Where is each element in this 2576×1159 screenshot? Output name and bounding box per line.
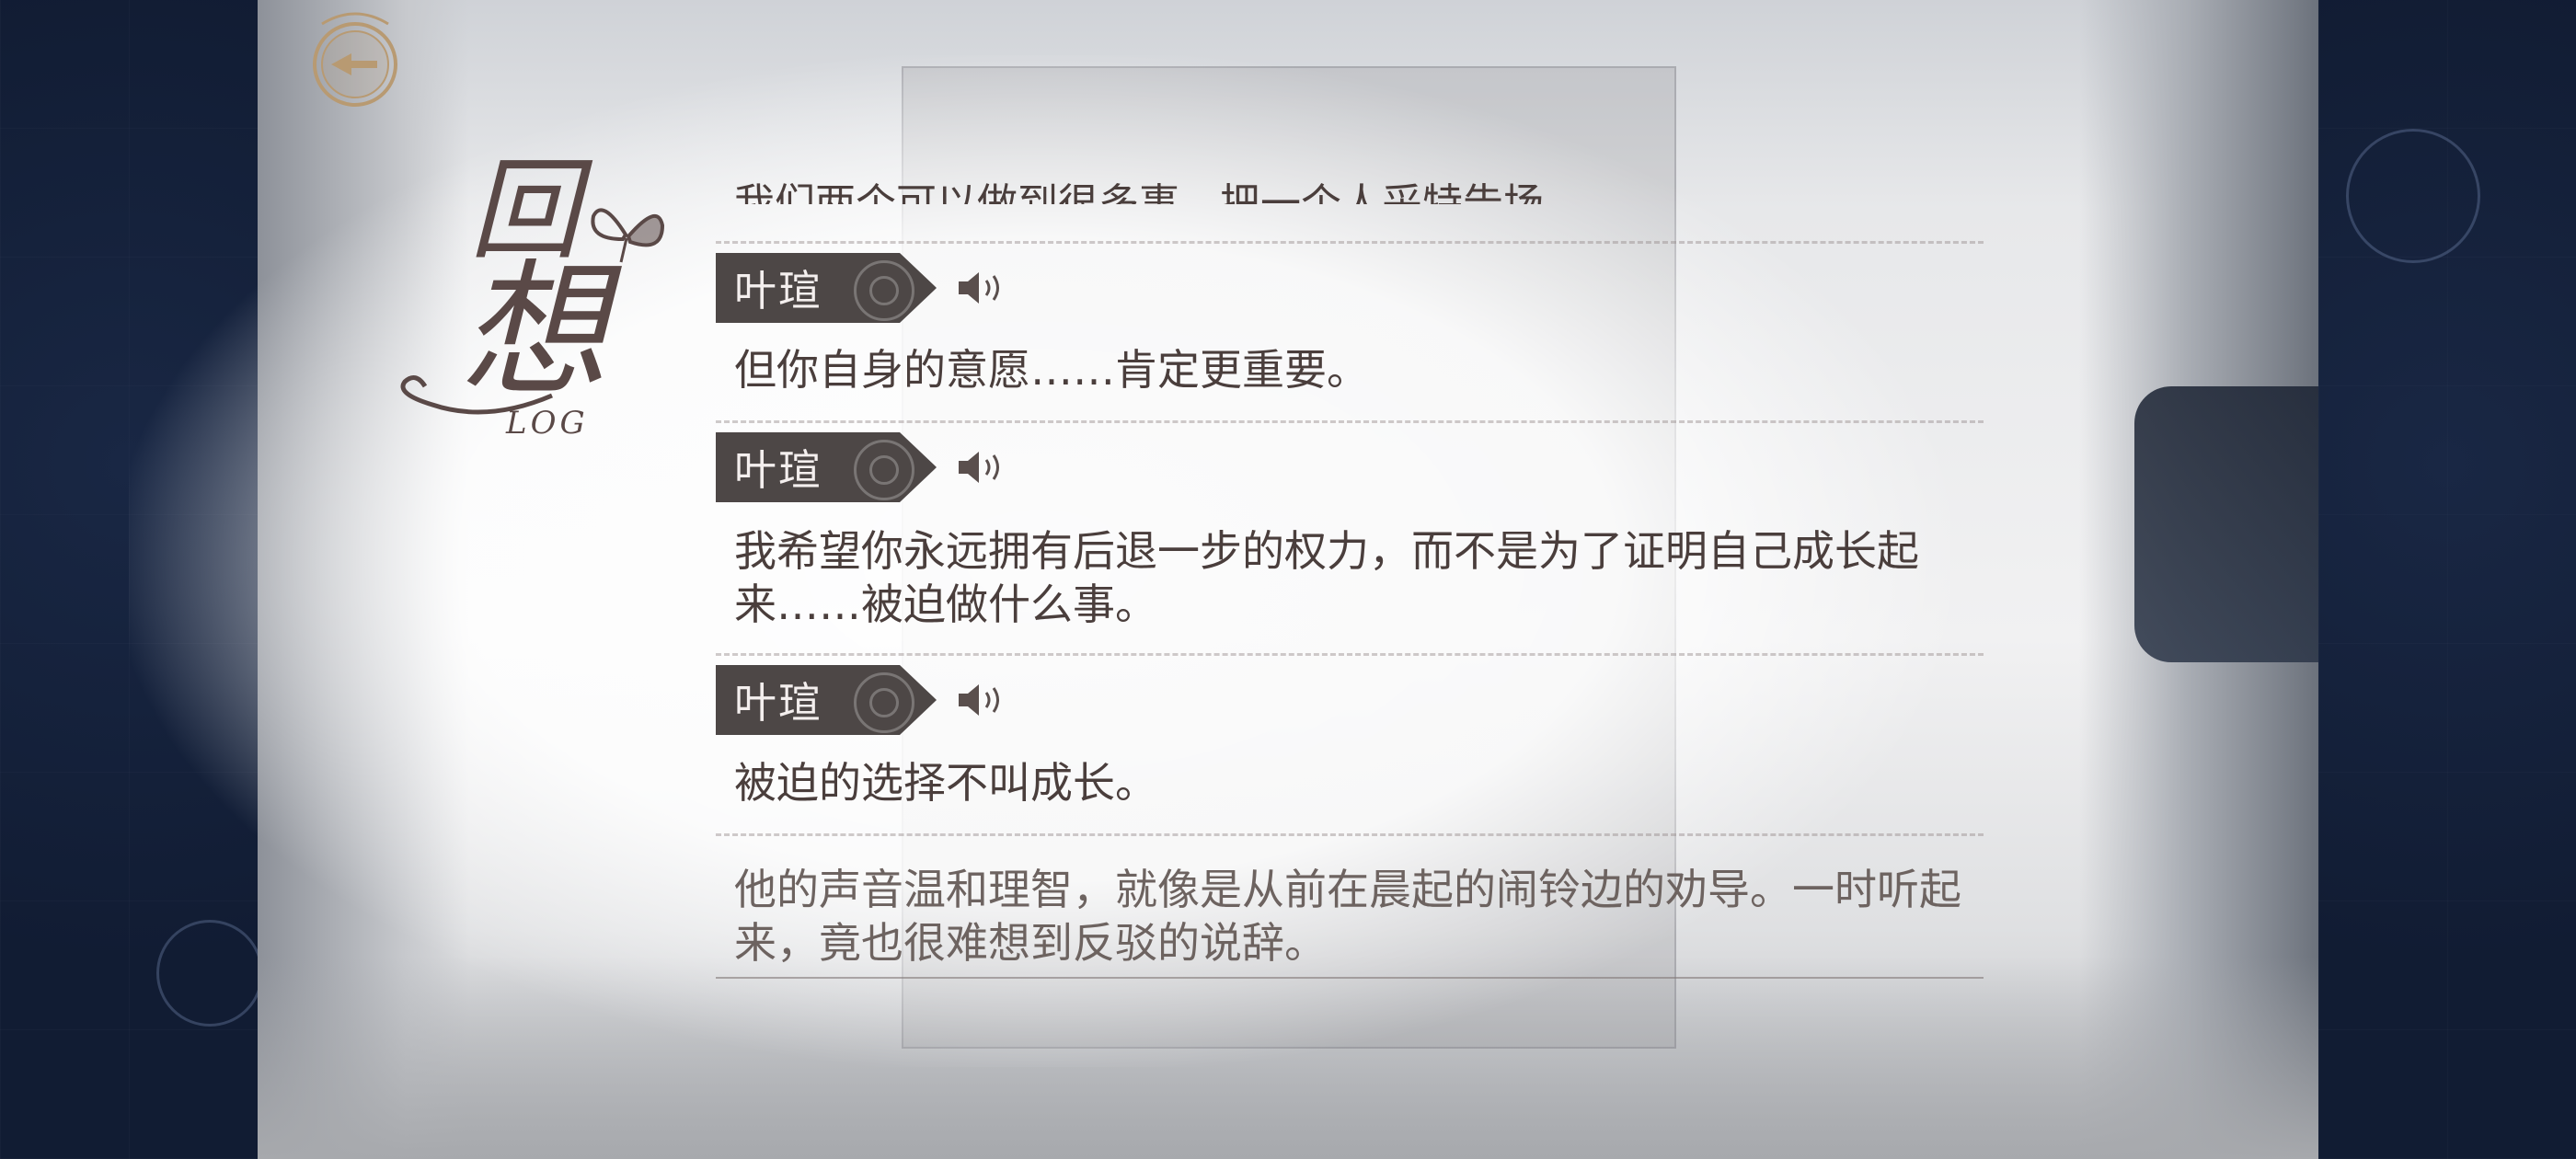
narration-line: 他的声音温和理智，就像是从前在晨起的闹铃边的劝导。一时听起来，竟也很难想到反驳的… (734, 865, 1961, 968)
speaker-name-tag: 叶瑄 (716, 253, 937, 323)
log-divider (716, 420, 1984, 423)
title-swirl-icon (400, 375, 553, 415)
scene-window (2134, 386, 2318, 662)
voice-replay-button[interactable] (953, 677, 1008, 723)
log-divider (716, 241, 1984, 244)
speaker-name: 叶瑄 (734, 678, 822, 728)
log-list[interactable]: 我们两个可以做到很多事，把一个人采特告场。 叶瑄 但你自身的意愿……肯定更重要。… (716, 138, 1985, 979)
right-side-panel (2318, 0, 2576, 1159)
log-partial-line: 我们两个可以做到很多事，把一个人采特告场。 (734, 180, 1584, 204)
voice-replay-button[interactable] (953, 444, 1008, 490)
log-end-line (716, 977, 1984, 979)
rose-emblem-icon (854, 672, 914, 733)
speaker-name: 叶瑄 (734, 266, 822, 316)
dialogue-line: 我希望你永远拥有后退一步的权力，而不是为了证明自己成长起来……被迫做什么事。 (734, 526, 1919, 629)
voice-replay-button[interactable] (953, 265, 1008, 311)
rose-emblem-icon (854, 440, 914, 500)
back-arrow-icon (313, 12, 397, 107)
log-title: 回 想 LOG (377, 156, 681, 451)
speaker-name-tag: 叶瑄 (716, 665, 937, 735)
butterfly-icon (591, 208, 665, 263)
log-divider (716, 833, 1984, 836)
speaker-name: 叶瑄 (734, 445, 822, 495)
log-divider (716, 653, 1984, 656)
rose-ornament-icon (2346, 129, 2480, 263)
dialogue-line: 但你自身的意愿……肯定更重要。 (734, 345, 1369, 395)
back-button[interactable] (294, 7, 416, 116)
speaker-name-tag: 叶瑄 (716, 432, 937, 502)
dialogue-line: 被迫的选择不叫成长。 (734, 758, 1157, 808)
rose-emblem-icon (854, 260, 914, 321)
